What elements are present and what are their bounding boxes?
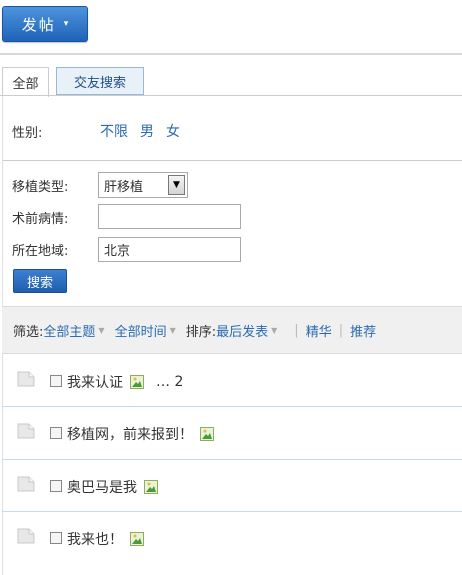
thread-title[interactable]: 我来也！ — [67, 529, 123, 549]
document-icon — [17, 476, 35, 492]
header-divider — [0, 53, 462, 55]
filter-bar: 筛选: 全部主题 ▼ 全部时间 ▼ 排序: 最后发表 ▼ | 精华 | 推荐 — [2, 306, 462, 354]
filter-separator: | — [338, 322, 344, 338]
gender-options: 不限 男 女 — [100, 121, 180, 141]
thread-title-group: 我来也！ — [67, 529, 144, 549]
tab-divider — [0, 95, 462, 96]
thread-row: 我来也！ — [2, 512, 462, 564]
gender-option-male[interactable]: 男 — [140, 121, 154, 141]
gender-option-any[interactable]: 不限 — [100, 121, 128, 141]
search-button[interactable]: 搜索 — [13, 269, 67, 293]
dropdown-arrow-icon[interactable]: ▼ — [168, 175, 185, 195]
thread-title-group: 移植网，前来报到！ — [67, 424, 214, 444]
transplant-type-label: 移植类型: — [12, 180, 69, 195]
gender-option-female[interactable]: 女 — [166, 121, 180, 141]
search-button-label: 搜索 — [26, 275, 53, 291]
thread-title-group: 我来认证 … 2 — [67, 372, 183, 392]
chevron-down-icon: ▼ — [169, 325, 176, 335]
thread-checkbox[interactable] — [50, 427, 62, 439]
preop-condition-input[interactable] — [98, 204, 241, 229]
region-input[interactable] — [98, 237, 241, 262]
filter-time-dropdown[interactable]: 全部时间 — [115, 321, 167, 340]
transplant-type-value: 肝移植 — [104, 179, 144, 195]
sort-dropdown[interactable]: 最后发表 — [216, 321, 268, 340]
thread-title[interactable]: 移植网，前来报到！ — [67, 424, 193, 444]
image-attachment-icon — [200, 427, 214, 441]
chevron-down-icon: ▾ — [63, 19, 69, 29]
chevron-down-icon: ▼ — [98, 325, 105, 335]
thread-row: 奥巴马是我 — [2, 460, 462, 512]
thread-title-group: 奥巴马是我 — [67, 477, 158, 497]
tab-all[interactable]: 全部 — [2, 67, 49, 97]
thread-row: 移植网，前来报到！ — [2, 407, 462, 460]
thread-checkbox[interactable] — [50, 532, 62, 544]
post-button-label: 发帖 — [21, 15, 56, 34]
thread-checkbox[interactable] — [50, 375, 62, 387]
filter-separator: | — [294, 322, 299, 338]
thread-row: 我来认证 … 2 — [2, 355, 462, 407]
tab-friend-search[interactable]: 交友搜索 — [56, 67, 144, 95]
chevron-down-icon: ▼ — [271, 325, 278, 335]
filter-label: 筛选: — [13, 324, 44, 340]
thread-title[interactable]: 我来认证 — [67, 372, 123, 392]
image-attachment-icon — [144, 480, 158, 494]
document-icon — [17, 528, 35, 544]
tab-friend-search-label: 交友搜索 — [73, 75, 126, 91]
document-icon — [17, 423, 35, 439]
filter-topics-dropdown[interactable]: 全部主题 — [43, 321, 95, 340]
sort-label: 排序: — [185, 324, 217, 340]
thread-page-links[interactable]: … 2 — [156, 374, 183, 390]
transplant-type-select[interactable]: 肝移植 ▼ — [98, 172, 188, 198]
tab-all-label: 全部 — [12, 77, 39, 92]
section-divider — [2, 160, 462, 161]
document-icon — [17, 371, 35, 387]
thread-title[interactable]: 奥巴马是我 — [67, 477, 137, 497]
image-attachment-icon — [130, 532, 144, 546]
image-attachment-icon — [130, 375, 144, 389]
thread-list: 我来认证 … 2 移植网，前来报到！ 奥巴马是我 我来也！ — [2, 355, 462, 564]
gender-label: 性别: — [12, 126, 43, 141]
post-button[interactable]: 发帖 ▾ — [2, 6, 88, 42]
filter-recommend-link[interactable]: 推荐 — [350, 321, 376, 340]
preop-condition-label: 术前病情: — [12, 212, 69, 227]
thread-checkbox[interactable] — [50, 480, 62, 492]
region-label: 所在地域: — [12, 244, 69, 259]
filter-digest-link[interactable]: 精华 — [306, 321, 332, 340]
